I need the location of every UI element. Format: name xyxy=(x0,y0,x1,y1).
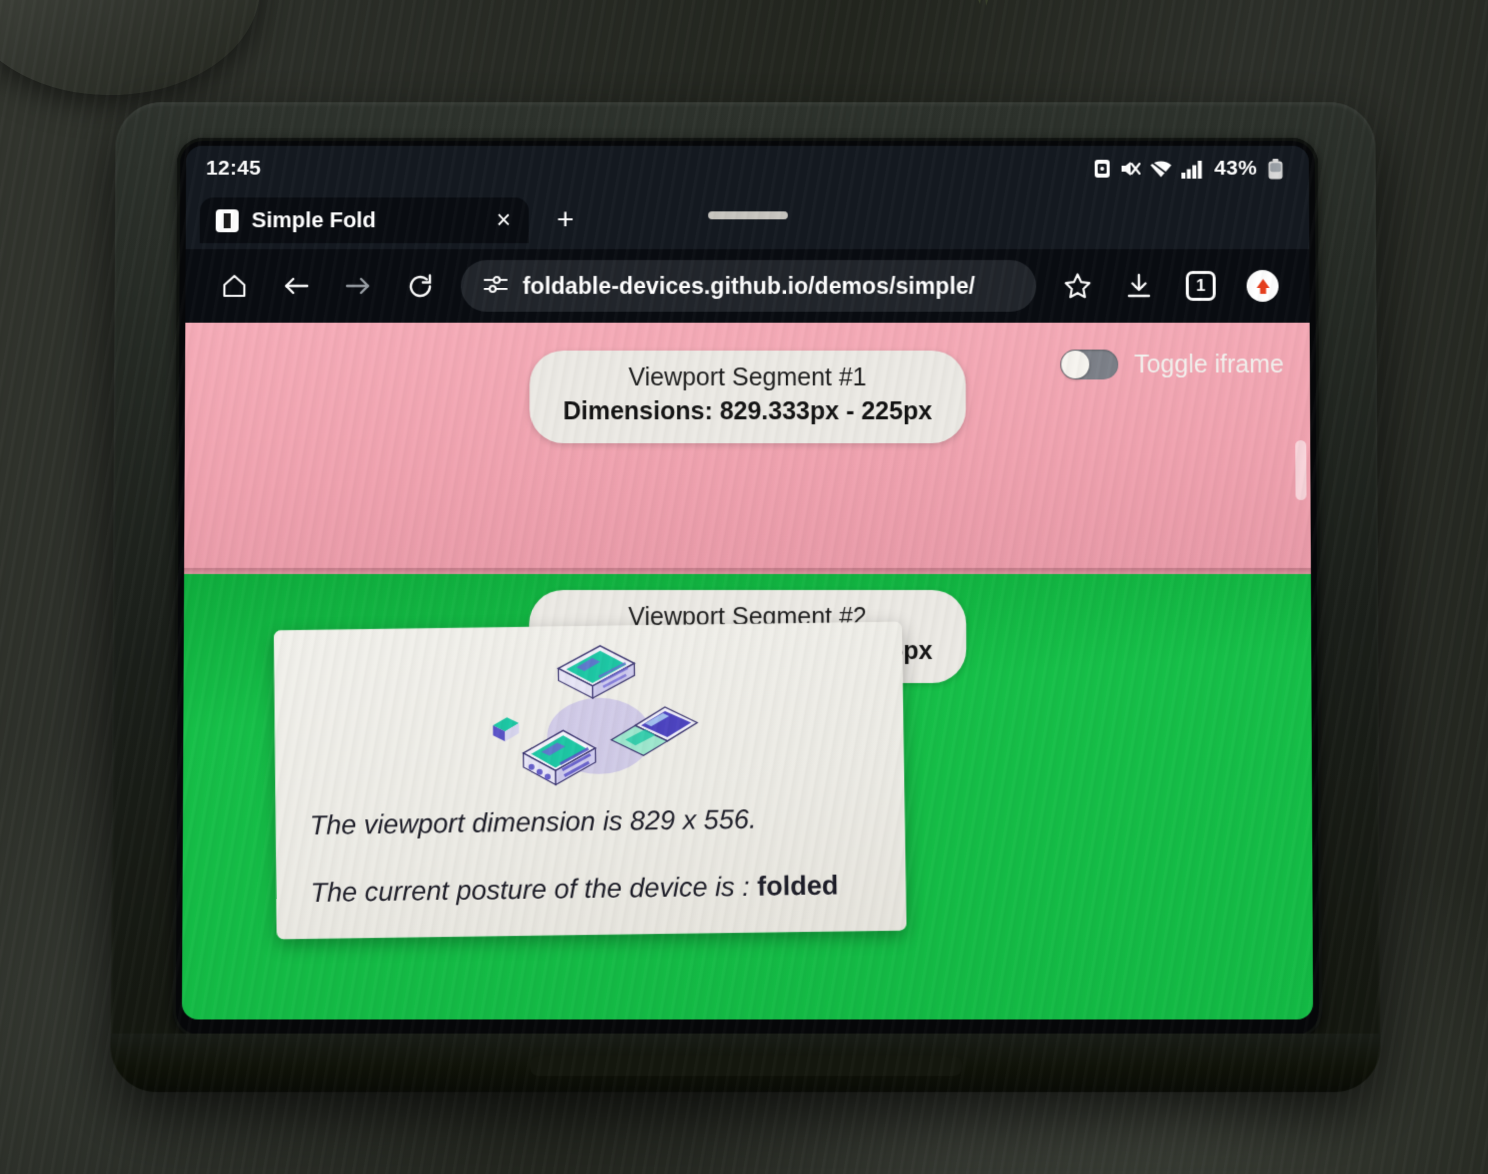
status-clock: 12:45 xyxy=(205,156,262,180)
viewport-dimension-text: The viewport dimension is 829 x 556. xyxy=(309,804,757,841)
profile-upload-icon[interactable] xyxy=(1232,255,1294,317)
segment-2-title: Viewport Segment #2 xyxy=(628,602,867,632)
foldable-device: 12:45 43% Simple Fold × + foldable-devic… xyxy=(110,102,1381,1093)
tab-strip: Simple Fold × + xyxy=(185,191,1310,250)
window-drag-handle[interactable] xyxy=(707,211,788,220)
toggle-iframe-switch[interactable] xyxy=(1060,349,1119,380)
home-icon[interactable] xyxy=(203,255,265,317)
background-plant-leaves xyxy=(978,0,989,6)
viewport-segment-2: Viewport Segment #2 Dimensions: 829.333p… xyxy=(181,574,1314,1020)
mute-icon xyxy=(1120,159,1141,179)
device-bezel: 12:45 43% Simple Fold × + foldable-devic… xyxy=(172,137,1323,1038)
address-bar[interactable]: foldable-devices.github.io/demos/simple/ xyxy=(460,260,1037,312)
download-icon[interactable] xyxy=(1108,255,1170,317)
tune-icon[interactable] xyxy=(483,272,509,299)
segment-2-dimensions: Dimensions: 829.333px - 225px xyxy=(562,636,933,665)
segment-2-label: Viewport Segment #2 Dimensions: 829.333p… xyxy=(528,590,967,683)
browser-toolbar: foldable-devices.github.io/demos/simple/… xyxy=(185,249,1310,323)
new-tab-icon[interactable]: + xyxy=(557,203,575,236)
back-arrow-icon[interactable] xyxy=(265,255,327,317)
forward-arrow-icon[interactable] xyxy=(327,255,389,317)
web-page-content: Viewport Segment #1 Dimensions: 829.333p… xyxy=(181,322,1314,1020)
star-icon[interactable] xyxy=(1046,255,1108,317)
tab-counter-button[interactable]: 1 xyxy=(1170,255,1232,317)
app-notification-icon xyxy=(1094,159,1111,179)
toggle-iframe-control[interactable]: Toggle iframe xyxy=(1060,349,1284,380)
toggle-iframe-label: Toggle iframe xyxy=(1134,350,1284,378)
fold-seam xyxy=(184,568,1311,577)
close-tab-icon[interactable]: × xyxy=(456,206,511,234)
reload-icon[interactable] xyxy=(389,255,451,317)
device-screen: 12:45 43% Simple Fold × + foldable-devic… xyxy=(181,145,1314,1020)
case-notch xyxy=(529,1055,962,1076)
url-text: foldable-devices.github.io/demos/simple/ xyxy=(522,272,976,299)
info-card: The viewport dimension is 829 x 556. The… xyxy=(273,621,907,940)
segment-1-dimensions: Dimensions: 829.333px - 225px xyxy=(562,397,933,426)
tab-title: Simple Fold xyxy=(251,207,376,233)
tab-count-label: 1 xyxy=(1185,270,1216,301)
browser-tab[interactable]: Simple Fold × xyxy=(199,197,529,244)
card-text-block: The viewport dimension is 829 x 556. The… xyxy=(310,799,887,910)
signal-icon xyxy=(1181,159,1202,179)
battery-icon xyxy=(1268,158,1283,179)
segment-1-title: Viewport Segment #1 xyxy=(628,363,867,392)
background-pot-object xyxy=(0,0,260,95)
foldable-laptops-illustration xyxy=(492,644,698,822)
device-case-lip xyxy=(110,1033,1381,1093)
posture-prefix: The current posture of the device is : xyxy=(310,870,758,908)
status-icons: 43% xyxy=(1094,157,1283,181)
posture-text: The current posture of the device is : f… xyxy=(310,866,886,911)
photo-background: 12:45 43% Simple Fold × + foldable-devic… xyxy=(0,0,1488,1174)
page-scrollbar[interactable] xyxy=(1295,440,1307,501)
viewport-segment-1: Viewport Segment #1 Dimensions: 829.333p… xyxy=(184,322,1311,575)
wifi-icon xyxy=(1150,159,1173,178)
battery-percent-label: 43% xyxy=(1214,156,1258,180)
simple-fold-favicon xyxy=(215,208,239,232)
profile-avatar xyxy=(1246,269,1279,302)
segment-1-label: Viewport Segment #1 Dimensions: 829.333p… xyxy=(528,350,967,443)
posture-value: folded xyxy=(757,869,839,901)
status-bar: 12:45 43% xyxy=(185,145,1310,192)
toggle-knob xyxy=(1061,350,1090,379)
